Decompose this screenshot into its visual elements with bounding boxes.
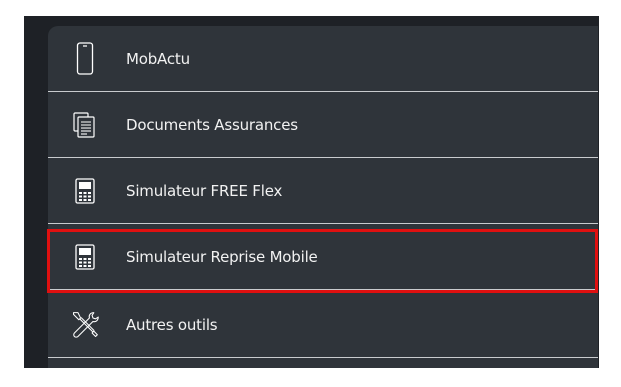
menu-item-label: MobActu [126,49,190,68]
menu-item-mobactu[interactable]: MobActu [48,26,598,92]
menu-item-simulateur-reprise-mobile[interactable]: Simulateur Reprise Mobile [48,224,598,290]
menu-item-label: Documents Assurances [126,115,298,134]
menu-item-label: Autres outils [126,315,218,334]
tools-icon [70,308,100,342]
calculator-icon [70,240,100,274]
tools-menu: MobActu Documents Assurances Simulateur … [48,26,598,368]
menu-item-label: Simulateur Reprise Mobile [126,247,318,266]
menu-item-label: Simulateur FREE Flex [126,181,283,200]
menu-item-documents-assurances[interactable]: Documents Assurances [48,92,598,158]
menu-item-autres-outils[interactable]: Autres outils [48,292,598,358]
smartphone-icon [70,41,100,76]
menu-item-simulateur-free-flex[interactable]: Simulateur FREE Flex [48,158,598,224]
calculator-icon [70,174,100,208]
documents-icon [70,108,100,142]
